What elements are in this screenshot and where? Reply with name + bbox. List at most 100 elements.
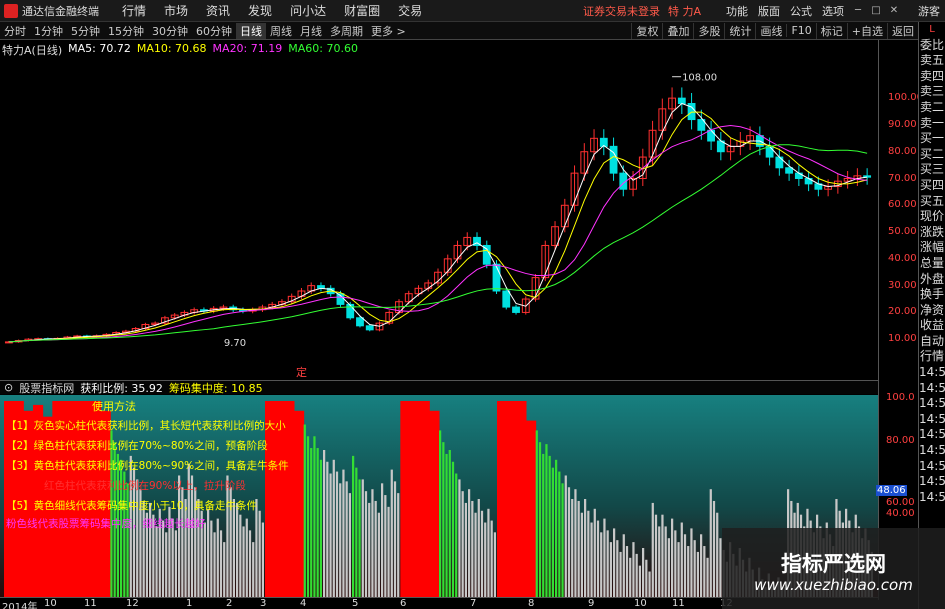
profit-bar	[567, 487, 571, 597]
tool-statistics[interactable]: 统计	[724, 22, 755, 39]
right-panel-item[interactable]: 买四	[919, 178, 945, 194]
right-panel-item[interactable]: 总量	[919, 256, 945, 272]
menu-wealth-circle[interactable]: 财富圈	[335, 2, 389, 19]
right-panel-item[interactable]: 卖三	[919, 84, 945, 100]
tool-f10[interactable]: F10	[786, 24, 815, 37]
current-value-tag: 48.06	[876, 485, 907, 496]
profit-bar	[468, 489, 471, 597]
right-panel-item[interactable]: 买五	[919, 194, 945, 210]
profit-bar	[538, 442, 542, 597]
watermark: 指标严选网 www.xuezhibiao.com	[722, 528, 945, 609]
profit-bar	[326, 461, 329, 597]
profit-bar	[226, 475, 229, 597]
profit-bar	[306, 436, 310, 597]
right-panel-item[interactable]: 14:5	[919, 443, 945, 459]
right-panel-item[interactable]: 买三	[919, 162, 945, 178]
right-panel-item[interactable]: 外盘	[919, 272, 945, 288]
menu-quotes[interactable]: 行情	[113, 2, 155, 19]
indicator-name[interactable]: 股票指标网	[19, 380, 74, 396]
profit-bar	[635, 553, 638, 597]
profit-bar	[648, 571, 651, 597]
profit-bar	[110, 430, 113, 597]
right-panel-item[interactable]: 卖四	[919, 69, 945, 85]
profit-bar	[706, 557, 709, 597]
profit-bar	[345, 481, 348, 597]
price-axis-label: 90.00	[888, 118, 917, 130]
tool-back[interactable]: 返回	[887, 22, 918, 39]
period-5min[interactable]: 5分钟	[67, 23, 104, 39]
right-panel-item[interactable]: 14:5	[919, 474, 945, 490]
period-intraday[interactable]: 分时	[0, 23, 30, 39]
right-panel-item[interactable]: L	[919, 22, 945, 38]
tool-add-watchlist[interactable]: +自选	[846, 22, 887, 39]
right-panel-item[interactable]: 收益	[919, 318, 945, 334]
time-axis-label: 2014年	[2, 602, 38, 609]
right-panel-item[interactable]: 卖二	[919, 100, 945, 116]
candle-body	[356, 317, 364, 327]
menu-discover[interactable]: 发现	[239, 2, 281, 19]
profit-bar	[429, 410, 440, 597]
profit-ratio-label: 获利比例: 35.92	[80, 381, 163, 395]
profit-bar	[548, 455, 551, 597]
profit-bar	[471, 500, 474, 597]
maximize-icon[interactable]: □	[869, 5, 883, 17]
period-daily[interactable]: 日线	[236, 22, 266, 39]
profit-bar	[596, 520, 600, 597]
profit-bar	[677, 542, 680, 597]
menu-function[interactable]: 功能	[721, 3, 753, 19]
menu-trade[interactable]: 交易	[389, 2, 431, 19]
right-panel-item[interactable]: 14:5	[919, 412, 945, 428]
profit-bar	[239, 514, 242, 597]
tool-adjust[interactable]: 复权	[631, 22, 662, 39]
right-panel-item[interactable]: 14:5	[919, 381, 945, 397]
right-panel-item[interactable]: 换手	[919, 287, 945, 303]
profit-bar	[355, 467, 358, 597]
guest-label[interactable]: 游客	[913, 3, 945, 19]
profit-bar	[622, 534, 625, 597]
tool-draw[interactable]: 画线	[755, 22, 786, 39]
tool-multi-stock[interactable]: 多股	[693, 22, 724, 39]
tool-overlay[interactable]: 叠加	[662, 22, 693, 39]
price-axis-label: 50.00	[888, 226, 917, 238]
right-panel-item[interactable]: 14:5	[919, 427, 945, 443]
period-more[interactable]: 更多 >	[367, 23, 410, 39]
right-panel-item[interactable]: 卖一	[919, 116, 945, 132]
right-panel-item[interactable]: 14:5	[919, 490, 945, 506]
watermark-url: www.xuezhibiao.com	[754, 576, 913, 594]
axis-separator	[878, 40, 879, 600]
right-panel-item[interactable]: 卖五	[919, 53, 945, 69]
right-panel-item[interactable]: 涨跌	[919, 225, 945, 241]
right-panel-item[interactable]: 委比	[919, 38, 945, 54]
candle-body	[502, 290, 511, 308]
time-axis-label: 8	[528, 598, 535, 609]
right-panel-item[interactable]: 买二	[919, 147, 945, 163]
menu-market[interactable]: 市场	[155, 2, 197, 19]
right-panel-item[interactable]: 14:5	[919, 459, 945, 475]
right-panel-item[interactable]: 行情	[919, 349, 945, 365]
period-multi[interactable]: 多周期	[326, 23, 367, 39]
close-icon[interactable]: ✕	[887, 5, 901, 17]
period-60min[interactable]: 60分钟	[192, 23, 236, 39]
candlestick-chart[interactable]: 108.00 9.70 定	[0, 56, 878, 378]
menu-options[interactable]: 选项	[817, 3, 849, 19]
tool-mark[interactable]: 标记	[815, 22, 847, 39]
menu-news[interactable]: 资讯	[197, 2, 239, 19]
login-status[interactable]: 证券交易未登录	[583, 3, 660, 19]
right-panel-item[interactable]: 买一	[919, 131, 945, 147]
right-panel-item[interactable]: 涨幅	[919, 240, 945, 256]
time-axis-label: 10	[634, 598, 647, 609]
period-monthly[interactable]: 月线	[296, 23, 326, 39]
right-panel-item[interactable]: 14:5	[919, 396, 945, 412]
right-panel-item[interactable]: 净资	[919, 303, 945, 319]
menu-layout[interactable]: 版面	[753, 3, 785, 19]
right-panel-item[interactable]: 14:5	[919, 365, 945, 381]
menu-ask-xiaoda[interactable]: 问小达	[281, 2, 335, 19]
right-panel-item[interactable]: 自动	[919, 334, 945, 350]
right-panel-item[interactable]: 现价	[919, 209, 945, 225]
period-30min[interactable]: 30分钟	[148, 23, 192, 39]
period-weekly[interactable]: 周线	[266, 23, 296, 39]
menu-formula[interactable]: 公式	[785, 3, 817, 19]
period-15min[interactable]: 15分钟	[104, 23, 148, 39]
period-1min[interactable]: 1分钟	[30, 23, 67, 39]
minimize-icon[interactable]: ─	[851, 5, 865, 17]
